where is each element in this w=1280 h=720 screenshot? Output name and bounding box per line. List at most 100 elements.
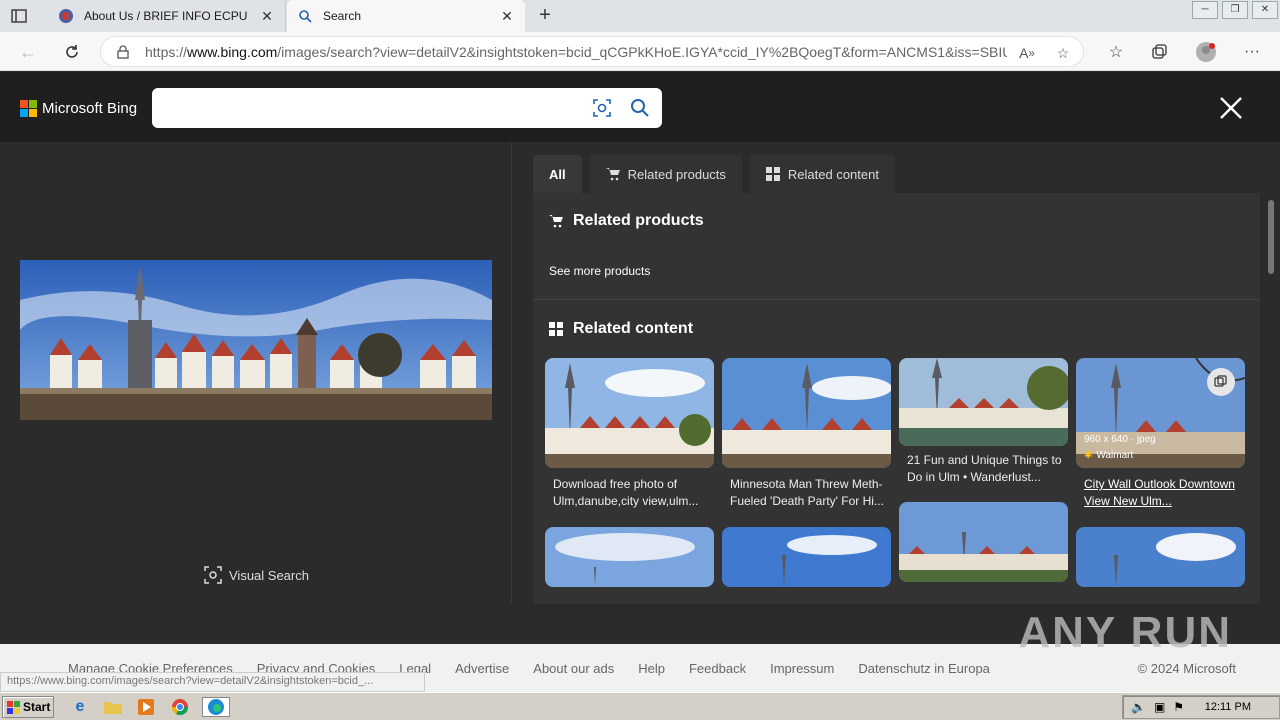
close-tab-icon[interactable]: ✕ (257, 8, 277, 25)
image-source: ✱ Walmart (1084, 450, 1133, 461)
tab-related-content[interactable]: Related content (749, 155, 895, 193)
footer-link[interactable]: About our ads (533, 661, 614, 676)
search-icon[interactable] (630, 98, 650, 118)
tab-title: About Us / BRIEF INFO ECPU (84, 9, 248, 23)
section-title-text: Related content (573, 320, 694, 337)
tab-title: Search (323, 9, 362, 23)
url-field[interactable]: https://www.bing.com/images/search?view=… (100, 36, 1084, 67)
minimize-button[interactable]: ─ (1192, 1, 1218, 19)
divider (533, 299, 1260, 300)
copyright: © 2024 Microsoft (1137, 661, 1236, 676)
system-tray: 🔈 ▣ ⚑ 12:11 PM (1122, 695, 1280, 719)
visual-search-label: Visual Search (229, 567, 309, 583)
footer-link[interactable]: Help (638, 661, 665, 676)
windows-logo-icon (7, 700, 20, 714)
image-preview-pane: Visual Search (0, 142, 512, 604)
windows-logo-square-green (14, 700, 20, 707)
bing-logo[interactable]: Microsoft Bing (20, 100, 137, 117)
tab-label: All (549, 166, 566, 182)
chrome-icon[interactable] (170, 697, 190, 717)
anyrun-watermark: ANY RUN (1018, 608, 1232, 657)
section-title-text: Related products (573, 212, 704, 229)
close-window-button[interactable]: ✕ (1252, 1, 1278, 19)
lock-icon[interactable] (117, 44, 131, 59)
read-aloud-icon[interactable]: A» (1015, 41, 1039, 65)
thumbnail-caption[interactable]: Download free photo of Ulm,danube,city v… (553, 476, 709, 510)
favorites-icon[interactable]: ☆ (1104, 40, 1128, 64)
logo-square-red (20, 100, 28, 108)
related-thumbnail[interactable] (1076, 527, 1245, 587)
grid-icon (765, 167, 780, 181)
footer-link[interactable]: Feedback (689, 661, 746, 676)
tab-search[interactable]: Search ✕ (287, 0, 525, 32)
volume-icon[interactable]: 🔈 (1131, 700, 1146, 714)
network-icon[interactable]: ▣ (1154, 700, 1165, 714)
related-thumbnail[interactable]: 960 x 640 · jpeg ✱ Walmart (1076, 358, 1245, 468)
start-button[interactable]: Start (2, 696, 54, 718)
insights-tabs: All Related products Related content (533, 155, 903, 193)
edge-icon[interactable] (202, 697, 230, 717)
profile-avatar[interactable] (1194, 40, 1218, 64)
window-controls: ─ ❐ ✕ (1190, 0, 1280, 20)
see-more-products-link[interactable]: See more products (549, 264, 650, 278)
thumbnail-caption[interactable]: 21 Fun and Unique Things to Do in Ulm • … (907, 452, 1063, 486)
thumbnail-caption[interactable]: Minnesota Man Threw Meth-Fueled 'Death P… (730, 476, 886, 510)
grid-icon (549, 322, 563, 336)
collections-icon[interactable] (1148, 40, 1172, 64)
refresh-icon[interactable] (60, 40, 84, 64)
related-thumbnail[interactable] (545, 358, 714, 468)
related-thumbnail[interactable] (545, 527, 714, 587)
cart-icon (605, 167, 620, 181)
logo-square-green (29, 100, 37, 108)
status-bar-url: https://www.bing.com/images/search?view=… (0, 672, 425, 692)
bing-header: Microsoft Bing (0, 72, 1280, 142)
logo-text: Microsoft Bing (42, 100, 138, 117)
tab-label: Related content (787, 166, 879, 182)
related-thumbnail[interactable] (899, 502, 1068, 582)
windows-logo-square-blue (7, 707, 13, 714)
footer-link[interactable]: Impressum (770, 661, 834, 676)
related-thumbnail[interactable] (722, 358, 891, 468)
tab-about-us[interactable]: About Us / BRIEF INFO ECPU ✕ (48, 0, 286, 32)
tab-related-products[interactable]: Related products (589, 155, 742, 193)
visual-search-button[interactable]: Visual Search (204, 566, 309, 584)
footer-link[interactable]: Datenschutz in Europa (858, 661, 990, 676)
thumbnail-caption[interactable]: City Wall Outlook Downtown View New Ulm.… (1084, 476, 1240, 510)
related-products-heading: Related products (549, 212, 704, 230)
ie-icon[interactable]: e (70, 697, 90, 717)
browser-tab-strip: About Us / BRIEF INFO ECPU ✕ Search ✕ + … (0, 0, 1280, 32)
restore-button[interactable]: ❐ (1222, 1, 1248, 19)
more-menu-icon[interactable]: ··· (1240, 40, 1264, 64)
related-content-heading: Related content (549, 320, 693, 338)
search-input[interactable] (152, 88, 662, 128)
related-thumbnail[interactable] (899, 358, 1068, 446)
start-label: Start (23, 700, 51, 714)
close-tab-icon[interactable]: ✕ (497, 8, 517, 25)
footer-link[interactable]: Advertise (455, 661, 509, 676)
cart-icon (549, 214, 563, 228)
url-text: https://www.bing.com/images/search?view=… (145, 43, 1007, 60)
insights-panel: Related products See more products Relat… (533, 193, 1260, 604)
walmart-spark-icon: ✱ (1084, 450, 1093, 461)
add-favorite-icon[interactable]: ☆ (1051, 41, 1075, 65)
taskbar: Start e 🔈 ▣ ⚑ 12:11 PM (0, 692, 1280, 720)
flag-icon[interactable]: ⚑ (1173, 700, 1184, 714)
microsoft-logo-icon (20, 100, 37, 117)
folder-icon[interactable] (103, 697, 123, 717)
tab-label: Related products (627, 166, 726, 182)
visual-search-icon[interactable] (592, 98, 612, 118)
windows-logo-square-yellow (14, 707, 20, 714)
scrollbar[interactable] (1268, 200, 1274, 274)
close-icon[interactable] (1218, 95, 1244, 121)
tab-all[interactable]: All (533, 155, 582, 193)
related-thumbnail[interactable] (722, 527, 891, 587)
add-to-collection-icon[interactable] (1207, 368, 1235, 396)
clock: 12:11 PM (1204, 701, 1251, 713)
search-favicon-icon (297, 8, 313, 24)
new-tab-button[interactable]: + (534, 5, 556, 27)
back-arrow-icon[interactable]: ← (16, 40, 40, 64)
media-player-icon[interactable] (136, 697, 156, 717)
main-image[interactable] (20, 260, 492, 420)
tab-actions-icon[interactable] (8, 6, 30, 26)
address-bar: ← https://www.bing.com/images/search?vie… (0, 32, 1280, 71)
